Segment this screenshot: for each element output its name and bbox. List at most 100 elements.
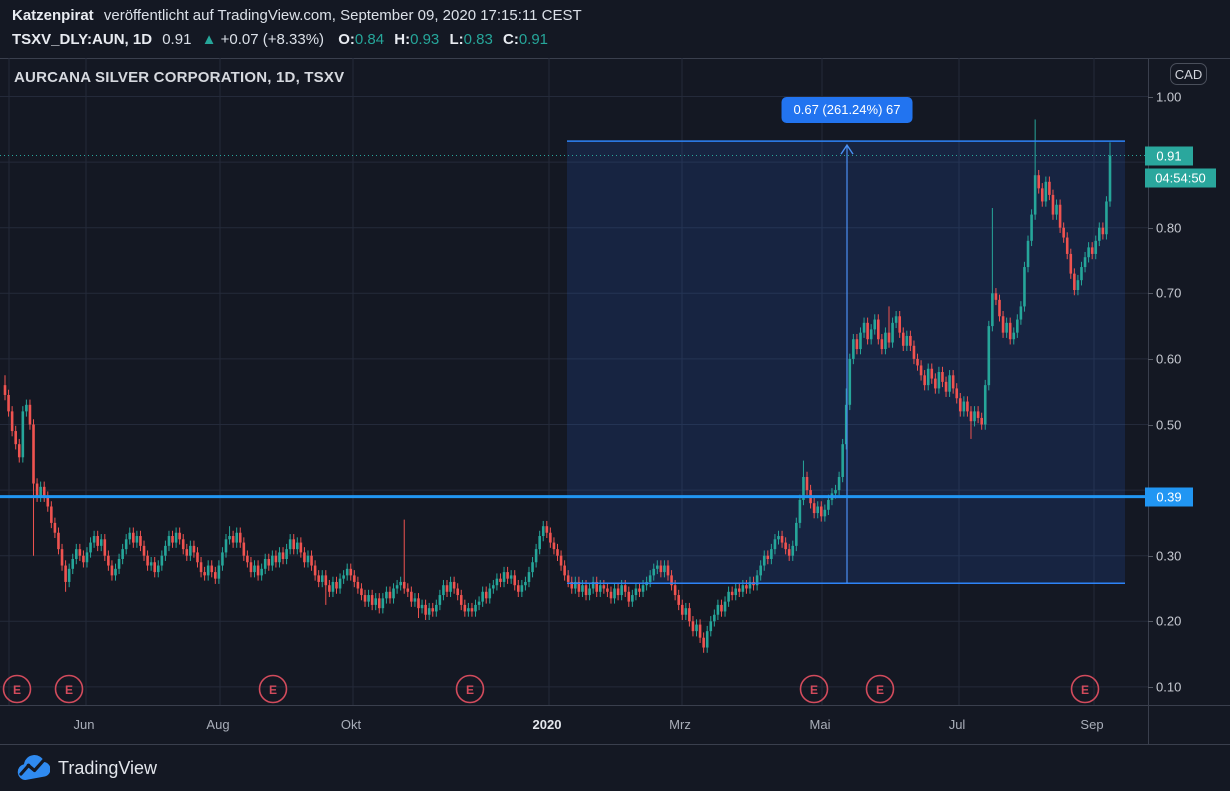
candle-body bbox=[203, 572, 206, 576]
candle-body bbox=[431, 608, 435, 612]
candle-body bbox=[545, 526, 549, 533]
candle-body bbox=[958, 398, 962, 412]
last-price: 0.91 bbox=[162, 31, 192, 48]
candle-body bbox=[994, 293, 998, 300]
candle-body bbox=[292, 539, 296, 550]
candle-body bbox=[916, 358, 919, 366]
candle-body bbox=[695, 624, 698, 632]
candle-body bbox=[527, 572, 531, 582]
candle-body bbox=[399, 581, 402, 586]
candle-body bbox=[1076, 280, 1080, 291]
candle-body bbox=[1033, 175, 1037, 215]
time-axis[interactable]: Jun Aug Okt 2020 Mrz Mai Jul Sep bbox=[0, 705, 1148, 745]
price-tick-label: 0.70 bbox=[1156, 285, 1182, 301]
candlestick-chart: EEEEEEE bbox=[0, 58, 1148, 705]
candle-body bbox=[121, 549, 124, 559]
candle-body bbox=[274, 555, 278, 563]
publish-line: Katzenpirat veröffentlicht auf TradingVi… bbox=[12, 6, 582, 26]
price-axis[interactable]: CAD 1.00 0.80 0.70 0.60 0.50 0.30 0.20 0.10 0.9… bbox=[1145, 58, 1230, 705]
candle-body bbox=[613, 588, 616, 599]
candle-body bbox=[160, 555, 164, 566]
candle-body bbox=[549, 532, 552, 543]
candle-body bbox=[955, 388, 959, 399]
time-axis-label: Jun bbox=[73, 717, 95, 732]
candle-body bbox=[941, 372, 944, 382]
candle-body bbox=[331, 581, 335, 592]
candle-body bbox=[288, 539, 292, 550]
currency-button[interactable]: CAD bbox=[1170, 63, 1207, 85]
candle-body bbox=[328, 585, 331, 592]
candle-body bbox=[745, 585, 748, 589]
price-tick-dash bbox=[1148, 228, 1153, 229]
publish-info: veröffentlicht auf TradingView.com, Sept… bbox=[103, 7, 582, 24]
candle-body bbox=[392, 588, 395, 599]
candle-body bbox=[1001, 316, 1005, 333]
footer-bar: TradingView bbox=[0, 745, 1230, 791]
candle-body bbox=[60, 549, 64, 566]
candle-body bbox=[256, 565, 260, 576]
candle-body bbox=[78, 549, 82, 556]
candle-body bbox=[787, 549, 791, 556]
candle-body bbox=[370, 595, 374, 605]
low-value: 0.83 bbox=[463, 31, 493, 48]
candle-body bbox=[638, 588, 641, 592]
candle-body bbox=[442, 585, 445, 596]
candle-body bbox=[217, 565, 221, 579]
candle-body bbox=[827, 499, 830, 510]
earnings-marker-letter: E bbox=[876, 683, 884, 697]
horizontal-line-price-label: 0.39 bbox=[1145, 487, 1193, 507]
candle-body bbox=[1055, 204, 1058, 215]
high-label: H: bbox=[394, 31, 411, 48]
candle-body bbox=[35, 483, 39, 497]
candle-body bbox=[438, 595, 442, 605]
candle-body bbox=[228, 536, 231, 540]
candle-body bbox=[17, 444, 21, 458]
candle-body bbox=[110, 565, 114, 576]
price-change: +0.07 (+8.33%) bbox=[220, 31, 325, 48]
candle-body bbox=[206, 565, 210, 576]
candle-body bbox=[353, 575, 356, 582]
candle-body bbox=[901, 332, 905, 346]
candle-body bbox=[780, 536, 784, 543]
candle-body bbox=[313, 565, 317, 576]
price-tick-dash bbox=[1148, 359, 1153, 360]
earnings-marker-letter: E bbox=[13, 683, 21, 697]
candle-body bbox=[356, 581, 360, 589]
candle-body bbox=[249, 562, 253, 573]
earnings-marker-letter: E bbox=[65, 683, 73, 697]
bar-countdown-label: 04:54:50 bbox=[1145, 168, 1216, 188]
candle-body bbox=[146, 555, 149, 566]
candle-body bbox=[1069, 253, 1073, 274]
tradingview-logo[interactable] bbox=[16, 753, 50, 783]
candle-body bbox=[174, 532, 178, 543]
chart-pane[interactable]: EEEEEEE AURCANA SILVER CORPORATION, 1D, … bbox=[0, 58, 1148, 705]
candle-body bbox=[723, 601, 727, 612]
candle-body bbox=[566, 575, 570, 582]
candle-body bbox=[320, 575, 324, 582]
candle-body bbox=[684, 608, 688, 615]
candle-body bbox=[980, 417, 983, 425]
candle-body bbox=[53, 522, 57, 533]
candle-body bbox=[21, 411, 25, 458]
candle-body bbox=[581, 585, 584, 592]
candle-body bbox=[317, 575, 320, 582]
candle-body bbox=[520, 585, 524, 592]
candle-body bbox=[10, 411, 14, 432]
price-tick-label: 1.00 bbox=[1156, 89, 1182, 104]
candle-body bbox=[762, 555, 766, 566]
candle-body bbox=[185, 549, 189, 556]
candle-body bbox=[338, 578, 342, 589]
high-value: 0.93 bbox=[410, 31, 440, 48]
candle-body bbox=[242, 542, 246, 556]
earnings-marker-letter: E bbox=[1081, 683, 1089, 697]
measure-rect[interactable] bbox=[567, 141, 1125, 584]
candle-body bbox=[602, 585, 606, 589]
candle-body bbox=[427, 608, 431, 615]
candle-body bbox=[524, 581, 527, 586]
candle-body bbox=[588, 588, 591, 596]
candle-body bbox=[1087, 247, 1090, 258]
candle-body bbox=[413, 598, 417, 602]
measure-label[interactable]: 0.67 (261.24%) 67 bbox=[781, 97, 913, 123]
candle-body bbox=[1065, 237, 1069, 254]
candle-body bbox=[214, 572, 217, 579]
